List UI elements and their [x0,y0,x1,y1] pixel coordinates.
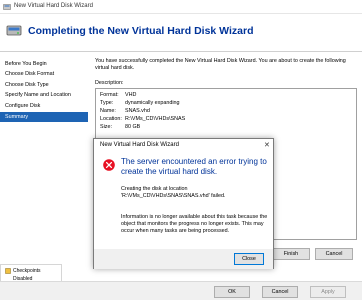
checkpoints-label[interactable]: Checkpoints [13,268,41,274]
window-titlebar: New Virtual Hard Disk Wizard [0,0,362,14]
dialog-footer: Close [94,249,273,269]
nav-item-choose-disk-type[interactable]: Choose Disk Type [0,80,88,90]
wizard-steps-nav: Before You Begin Choose Disk Format Choo… [0,52,88,252]
summary-row-name: Name: SNAS.vhd [100,108,150,114]
nav-item-specify-name-location[interactable]: Specify Name and Location [0,90,88,100]
window-title: New Virtual Hard Disk Wizard [14,3,93,9]
summary-row-format: Format: VHD [100,92,137,98]
settings-button-bar: OK Cancel Apply [0,281,362,300]
cancel-button[interactable]: Cancel [262,286,298,298]
ok-button[interactable]: OK [214,286,250,298]
disk-wizard-icon [3,4,11,10]
nav-item-configure-disk[interactable]: Configure Disk [0,101,88,111]
apply-button[interactable]: Apply [310,286,346,298]
nav-item-summary[interactable]: Summary [0,112,88,122]
wizard-cancel-button[interactable]: Cancel [315,248,353,260]
dialog-close-button[interactable]: Close [234,253,264,265]
summary-row-location: Location: R:\VMs_CD\VHDs\SNAS [100,116,186,122]
page-title: Completing the New Virtual Hard Disk Wiz… [28,25,254,37]
hard-disk-icon [6,25,22,36]
error-icon [103,159,115,171]
error-detail-location: Creating the disk at location 'R:\VMs_CD… [121,186,226,199]
nav-item-choose-disk-format[interactable]: Choose Disk Format [0,69,88,79]
wizard-header: Completing the New Virtual Hard Disk Wiz… [0,14,362,52]
error-dialog: New Virtual Hard Disk Wizard ✕ The serve… [93,138,274,269]
finish-button[interactable]: Finish [272,248,310,260]
description-label: Description: [95,80,124,86]
error-main-message: The server encountered an error trying t… [121,157,267,176]
nav-item-before-you-begin[interactable]: Before You Begin [0,59,88,69]
dialog-close-icon[interactable]: ✕ [264,141,270,149]
dialog-title: New Virtual Hard Disk Wizard [100,142,179,148]
summary-row-type: Type: dynamically expanding [100,100,180,106]
error-detail-info: Information is no longer available about… [121,214,268,234]
intro-text: You have successfully completed the New … [95,58,346,71]
checkpoints-icon [5,268,11,274]
summary-row-size: Size: 80 GB [100,124,141,130]
